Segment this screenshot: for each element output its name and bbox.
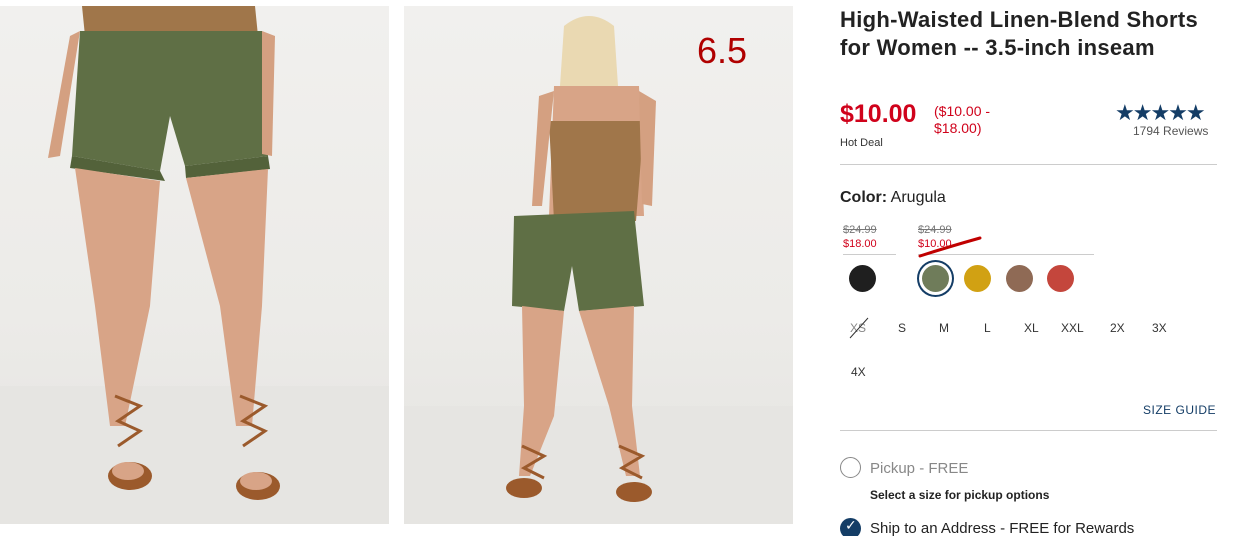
pickup-radio[interactable] bbox=[840, 457, 861, 478]
annotation-number: 6.5 bbox=[697, 30, 748, 71]
size-l[interactable]: L bbox=[984, 321, 991, 335]
color-label: Color: Arugula bbox=[840, 189, 946, 207]
size-3x[interactable]: 3X bbox=[1152, 321, 1167, 335]
sale-price: $10.00 bbox=[840, 100, 917, 128]
ship-radio-checked[interactable]: ✓ bbox=[840, 517, 861, 536]
product-image-back[interactable] bbox=[404, 6, 793, 524]
rating-stars[interactable]: ★★★★★ bbox=[1115, 100, 1206, 126]
color-swatch-arugula[interactable] bbox=[922, 265, 949, 292]
original-price: $24.99 bbox=[843, 224, 877, 236]
price-group-1: $24.99 $18.00 bbox=[843, 223, 877, 251]
selected-color-name: Arugula bbox=[890, 189, 946, 206]
color-swatch-red[interactable] bbox=[1047, 265, 1074, 292]
divider bbox=[840, 164, 1217, 165]
color-swatch-black[interactable] bbox=[849, 265, 876, 292]
review-count-link[interactable]: 1794 Reviews bbox=[1133, 124, 1208, 138]
color-heading: Color: bbox=[840, 189, 888, 206]
product-image-front[interactable] bbox=[0, 6, 389, 524]
hot-deal-label: Hot Deal bbox=[840, 137, 883, 149]
divider bbox=[840, 430, 1217, 431]
size-xxl[interactable]: XXL bbox=[1061, 321, 1084, 335]
size-xl[interactable]: XL bbox=[1024, 321, 1039, 335]
size-m[interactable]: M bbox=[939, 321, 949, 335]
check-icon: ✓ bbox=[845, 517, 857, 533]
size-2x[interactable]: 2X bbox=[1110, 321, 1125, 335]
ship-label[interactable]: Ship to an Address - FREE for Rewards bbox=[870, 520, 1134, 536]
size-s[interactable]: S bbox=[898, 321, 906, 335]
color-swatch-mustard[interactable] bbox=[964, 265, 991, 292]
group-price: $18.00 bbox=[843, 238, 877, 250]
out-of-stock-slash-icon bbox=[849, 317, 869, 339]
color-swatch-brown[interactable] bbox=[1006, 265, 1033, 292]
product-title: High-Waisted Linen-Blend Shorts for Wome… bbox=[840, 7, 1199, 60]
pickup-note: Select a size for pickup options bbox=[870, 488, 1050, 502]
red-pen-mark bbox=[918, 236, 982, 258]
model-front-figure bbox=[0, 6, 389, 524]
size-guide-link[interactable]: SIZE GUIDE bbox=[1143, 403, 1216, 417]
model-back-figure bbox=[404, 16, 793, 524]
size-4x[interactable]: 4X bbox=[851, 365, 866, 379]
pickup-label[interactable]: Pickup - FREE bbox=[870, 460, 968, 477]
price-range: ($10.00 - $18.00) bbox=[934, 103, 991, 136]
price-group-underline bbox=[843, 254, 896, 255]
